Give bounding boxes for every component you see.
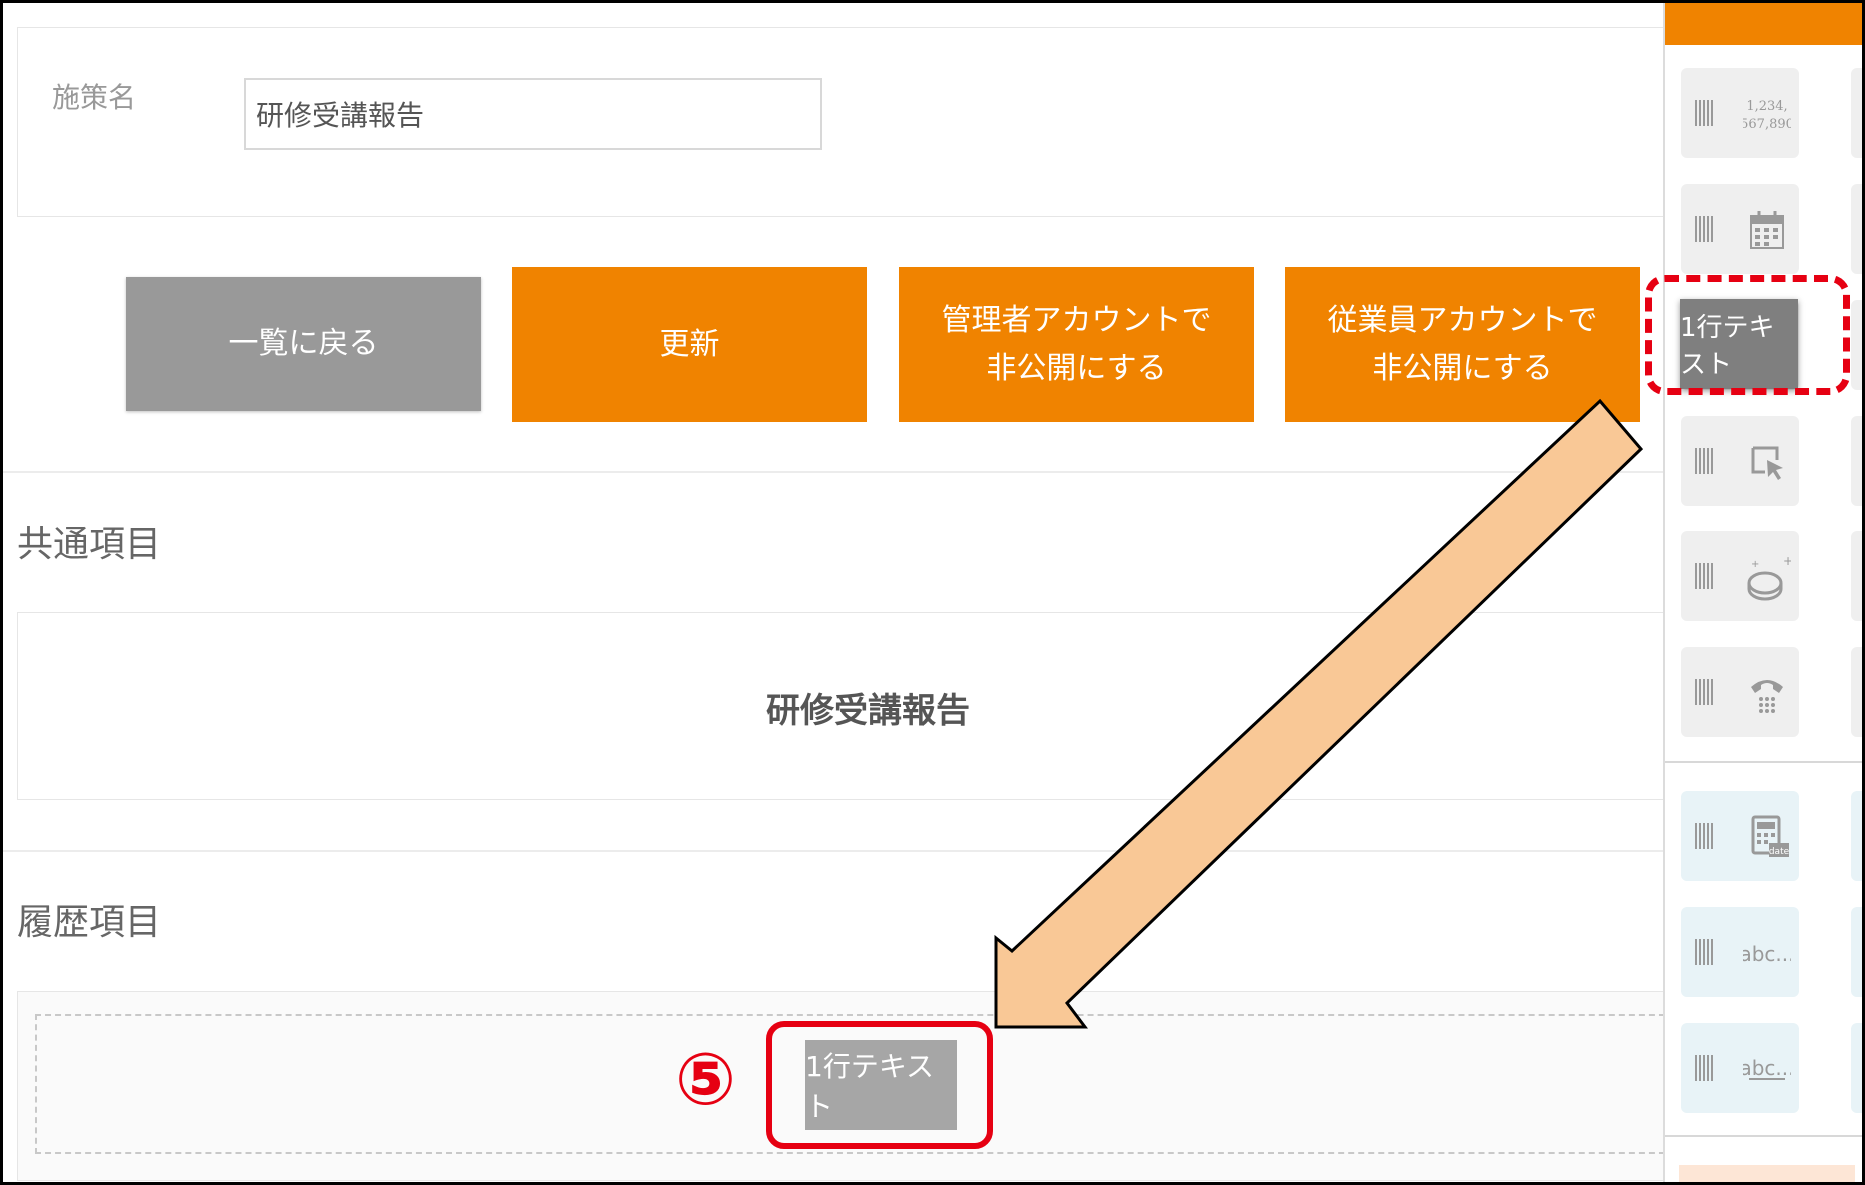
hide-staff-label-line2: 非公開にする: [1372, 350, 1553, 386]
palette-item-selection[interactable]: [1681, 416, 1799, 506]
name-label: 施策名: [52, 81, 137, 114]
drag-handle-icon[interactable]: [1695, 1055, 1715, 1081]
palette-divider: [1665, 1135, 1862, 1137]
drag-handle-icon[interactable]: [1695, 679, 1715, 705]
drag-handle-icon[interactable]: [1695, 100, 1715, 126]
palette-divider: [1665, 761, 1862, 763]
back-to-list-label: 一覧に戻る: [228, 326, 379, 361]
step-number-badge: ⑤: [675, 1037, 736, 1121]
drag-handle-icon[interactable]: [1695, 563, 1715, 589]
palette-item-phone[interactable]: [1681, 647, 1799, 737]
name-input[interactable]: 研修受講報告: [244, 78, 822, 150]
palette-item-edge: [1851, 1023, 1862, 1113]
main-content: 施策名 研修受講報告 一覧に戻る 更新 管理者アカウントで 非公開にする 従業員…: [3, 3, 1685, 1182]
hide-staff-account-button[interactable]: 従業員アカウントで 非公開にする: [1285, 267, 1640, 422]
screenshot-frame: 施策名 研修受講報告 一覧に戻る 更新 管理者アカウントで 非公開にする 従業員…: [0, 0, 1865, 1185]
svg-text:abc...: abc...: [1743, 942, 1791, 966]
palette-item-link-text[interactable]: abc...: [1681, 1023, 1799, 1113]
pointer-select-icon: [1739, 434, 1795, 490]
abc-link-text-icon: abc...: [1739, 1041, 1795, 1097]
hide-staff-label-line1: 従業員アカウントで: [1327, 302, 1598, 338]
palette-header-bar: [1665, 3, 1862, 45]
drop-target-highlight: [766, 1021, 993, 1149]
section-divider: [3, 471, 1663, 473]
palette-item-multi-line-text[interactable]: abc...: [1681, 907, 1799, 997]
palette-item-currency[interactable]: ++: [1681, 531, 1799, 621]
name-panel: 施策名 研修受講報告: [17, 27, 1677, 217]
phone-icon: [1739, 665, 1795, 721]
palette-next-item: [1679, 1165, 1855, 1182]
back-to-list-button[interactable]: 一覧に戻る: [126, 277, 481, 411]
svg-text:567,890: 567,890: [1743, 117, 1791, 132]
coin-icon: ++: [1739, 549, 1795, 605]
common-section-title: 共通項目: [17, 524, 162, 565]
palette-item-edge: [1851, 184, 1862, 274]
hide-admin-label-line1: 管理者アカウントで: [941, 302, 1212, 338]
hide-admin-account-button[interactable]: 管理者アカウントで 非公開にする: [899, 267, 1254, 422]
abc-text-icon: abc...: [1739, 925, 1795, 981]
palette-item-edge: [1851, 416, 1862, 506]
common-field-value: 研修受講報告: [766, 690, 970, 731]
date-calculator-icon: date: [1739, 809, 1795, 865]
section-divider: [3, 850, 1663, 852]
drag-handle-icon[interactable]: [1695, 448, 1715, 474]
hide-admin-label-line2: 非公開にする: [986, 350, 1167, 386]
palette-item-number[interactable]: 1,234, 567,890: [1681, 68, 1799, 158]
drag-handle-icon[interactable]: [1695, 939, 1715, 965]
svg-text:1,234,: 1,234,: [1746, 99, 1787, 114]
update-label: 更新: [659, 326, 720, 362]
svg-text:+: +: [1783, 554, 1791, 568]
number-format-icon: 1,234, 567,890: [1739, 86, 1795, 142]
history-section-title: 履歴項目: [17, 902, 162, 943]
palette-item-edge: [1851, 300, 1862, 390]
palette-item-date[interactable]: [1681, 184, 1799, 274]
palette-item-edge: [1851, 531, 1862, 621]
calendar-icon: [1739, 202, 1795, 258]
field-palette: 1,234, 567,890: [1663, 3, 1862, 1182]
drag-source-highlight: [1645, 275, 1850, 395]
common-panel: 研修受講報告: [17, 612, 1677, 800]
palette-item-date-calc[interactable]: date: [1681, 791, 1799, 881]
palette-item-edge: [1851, 647, 1862, 737]
drag-handle-icon[interactable]: [1695, 823, 1715, 849]
palette-item-edge: [1851, 907, 1862, 997]
svg-text:+: +: [1751, 559, 1759, 570]
update-button[interactable]: 更新: [512, 267, 867, 422]
drag-handle-icon[interactable]: [1695, 216, 1715, 242]
svg-text:date: date: [1769, 847, 1790, 857]
palette-item-edge: [1851, 68, 1862, 158]
svg-text:abc...: abc...: [1743, 1056, 1791, 1080]
palette-item-edge: [1851, 791, 1862, 881]
